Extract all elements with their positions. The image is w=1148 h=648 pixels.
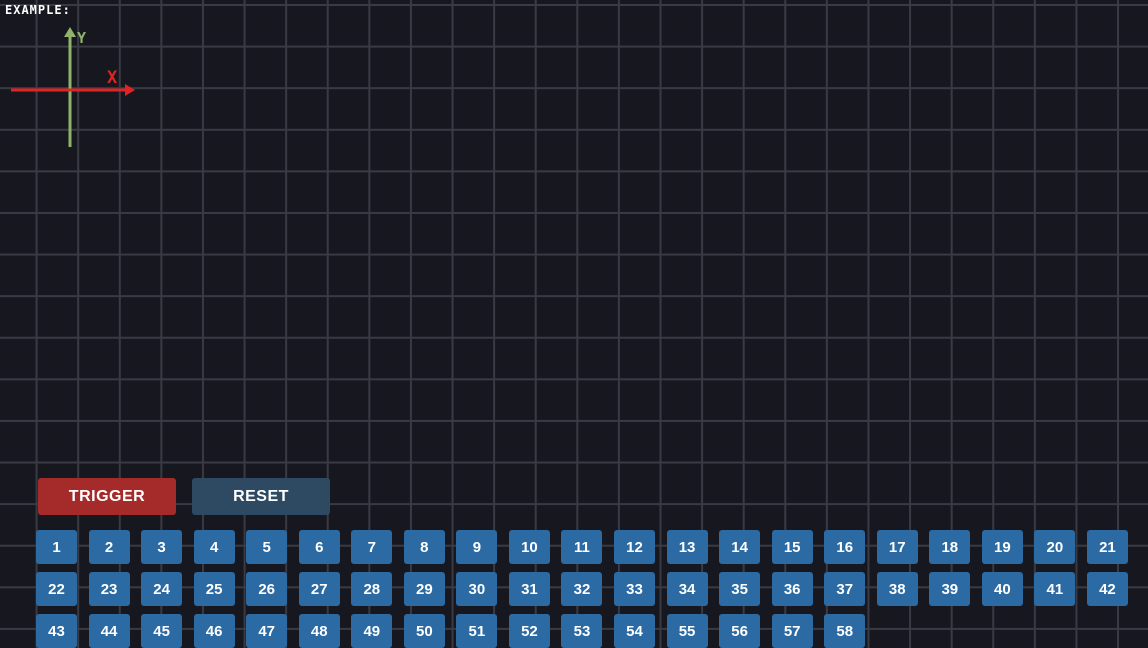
number-button-17[interactable]: 17	[876, 530, 918, 564]
y-axis-arrow	[64, 27, 76, 37]
number-button-53[interactable]: 53	[561, 614, 603, 648]
number-button-39[interactable]: 39	[929, 572, 971, 606]
number-button-55[interactable]: 55	[666, 614, 708, 648]
number-button-47[interactable]: 47	[246, 614, 288, 648]
number-button-30[interactable]: 30	[456, 572, 498, 606]
number-button-56[interactable]: 56	[719, 614, 761, 648]
number-button-21[interactable]: 21	[1086, 530, 1128, 564]
number-button-10[interactable]: 10	[508, 530, 550, 564]
number-button-grid: 1 2 3 4 5 6 7 8 9 10 11 12 13 14 15 16 17 18 19 20 21 22 23 24 2…	[36, 530, 1128, 648]
number-button-38[interactable]: 38	[876, 572, 918, 606]
number-button-8[interactable]: 8	[403, 530, 445, 564]
number-button-50[interactable]: 50	[403, 614, 445, 648]
number-button-36[interactable]: 36	[771, 572, 813, 606]
number-button-7[interactable]: 7	[351, 530, 393, 564]
number-button-33[interactable]: 33	[614, 572, 656, 606]
number-button-2[interactable]: 2	[88, 530, 130, 564]
number-button-9[interactable]: 9	[456, 530, 498, 564]
number-button-15[interactable]: 15	[771, 530, 813, 564]
number-button-4[interactable]: 4	[193, 530, 235, 564]
number-button-54[interactable]: 54	[614, 614, 656, 648]
number-button-41[interactable]: 41	[1034, 572, 1076, 606]
number-button-11[interactable]: 11	[561, 530, 603, 564]
number-button-1[interactable]: 1	[36, 530, 77, 564]
trigger-button[interactable]: TRIGGER	[38, 478, 176, 515]
number-button-22[interactable]: 22	[36, 572, 77, 606]
number-button-44[interactable]: 44	[88, 614, 130, 648]
number-button-3[interactable]: 3	[141, 530, 183, 564]
number-button-18[interactable]: 18	[929, 530, 971, 564]
number-button-35[interactable]: 35	[719, 572, 761, 606]
number-button-20[interactable]: 20	[1034, 530, 1076, 564]
number-button-28[interactable]: 28	[351, 572, 393, 606]
number-button-49[interactable]: 49	[351, 614, 393, 648]
number-button-52[interactable]: 52	[508, 614, 550, 648]
x-axis-letter: X	[107, 68, 118, 88]
number-button-46[interactable]: 46	[193, 614, 235, 648]
number-button-23[interactable]: 23	[88, 572, 130, 606]
reset-button[interactable]: RESET	[192, 478, 330, 515]
x-axis-arrow	[125, 84, 135, 96]
number-button-19[interactable]: 19	[981, 530, 1023, 564]
number-button-45[interactable]: 45	[141, 614, 183, 648]
axes-example: Y X	[11, 27, 135, 147]
number-button-40[interactable]: 40	[981, 572, 1023, 606]
number-button-13[interactable]: 13	[666, 530, 708, 564]
number-button-16[interactable]: 16	[824, 530, 866, 564]
number-button-37[interactable]: 37	[824, 572, 866, 606]
number-button-14[interactable]: 14	[719, 530, 761, 564]
y-axis-letter: Y	[77, 29, 86, 47]
number-button-34[interactable]: 34	[666, 572, 708, 606]
control-bar: TRIGGER RESET	[38, 478, 330, 515]
number-button-48[interactable]: 48	[298, 614, 340, 648]
number-button-58[interactable]: 58	[824, 614, 866, 648]
number-button-5[interactable]: 5	[246, 530, 288, 564]
number-button-31[interactable]: 31	[508, 572, 550, 606]
number-button-32[interactable]: 32	[561, 572, 603, 606]
number-button-51[interactable]: 51	[456, 614, 498, 648]
number-button-12[interactable]: 12	[614, 530, 656, 564]
number-button-29[interactable]: 29	[403, 572, 445, 606]
number-button-26[interactable]: 26	[246, 572, 288, 606]
number-button-25[interactable]: 25	[193, 572, 235, 606]
number-button-27[interactable]: 27	[298, 572, 340, 606]
number-button-6[interactable]: 6	[298, 530, 340, 564]
number-button-57[interactable]: 57	[771, 614, 813, 648]
number-button-42[interactable]: 42	[1086, 572, 1128, 606]
number-button-43[interactable]: 43	[36, 614, 77, 648]
number-button-24[interactable]: 24	[141, 572, 183, 606]
